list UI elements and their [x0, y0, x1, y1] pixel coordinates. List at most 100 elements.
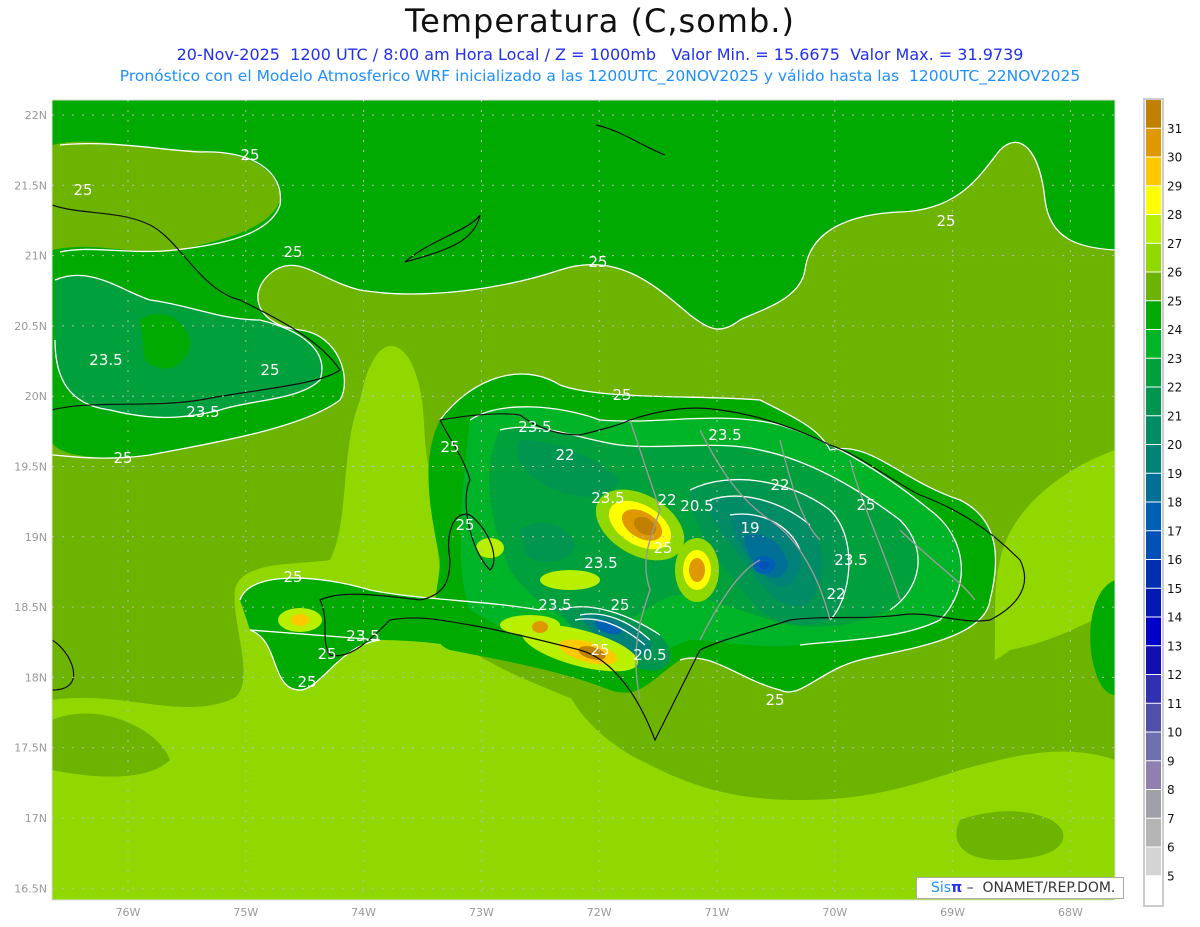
colorbar-swatch [1146, 157, 1161, 186]
colorbar-swatch [1146, 560, 1161, 588]
colorbar-label: 9 [1167, 754, 1175, 768]
contour-label: 25 [455, 516, 474, 534]
colorbar-label: 17 [1167, 524, 1182, 538]
contour-label: 22 [657, 491, 676, 509]
colorbar-label: 23 [1167, 352, 1182, 366]
credit-pi-logo: π [951, 880, 963, 896]
colorbar-label: 24 [1167, 323, 1182, 337]
lon-tick-label: 69W [940, 906, 965, 919]
colorbar-label: 18 [1167, 496, 1182, 510]
contour-label: 23.5 [518, 418, 551, 436]
colorbar-label: 20 [1167, 438, 1182, 452]
lat-tick-label: 22N [25, 109, 47, 122]
contour-label: 23.5 [591, 489, 624, 507]
lat-tick-label: 21.5N [14, 179, 47, 192]
contour-label: 22 [555, 446, 574, 464]
colorbar-label: 11 [1167, 697, 1182, 711]
colorbar-label: 28 [1167, 208, 1182, 222]
contour-label: 25 [856, 496, 875, 514]
colorbar-label: 14 [1167, 611, 1182, 625]
shade-29-hot-4 [532, 621, 548, 633]
colorbar-swatch [1146, 646, 1161, 674]
shade-30-hot-2 [689, 558, 705, 582]
contour-label: 23.5 [89, 351, 122, 369]
colorbar-label: 12 [1167, 668, 1182, 682]
lat-tick-label: 19.5N [14, 461, 47, 474]
shade-29-hot-5 [291, 614, 309, 626]
colorbar-label: 29 [1167, 179, 1182, 193]
shade-27-hot-4 [500, 615, 560, 635]
colorbar-label: 25 [1167, 294, 1182, 308]
contour-label: 23.5 [584, 554, 617, 572]
colorbar-swatch [1146, 675, 1161, 703]
colorbar-swatch [1146, 215, 1161, 243]
colorbar-swatch [1146, 617, 1161, 646]
contour-label: 25 [610, 596, 629, 614]
lon-tick-label: 72W [587, 906, 612, 919]
contour-label: 25 [260, 361, 279, 379]
colorbar-swatch [1146, 445, 1161, 473]
lon-tick-label: 71W [705, 906, 730, 919]
lon-tick-label: 75W [233, 906, 258, 919]
colorbar-label: 30 [1167, 151, 1182, 165]
map-title: Temperatura (C,somb.) [405, 2, 795, 40]
contour-label: 19 [740, 519, 759, 537]
temperature-field: 252525252523.52523.5252523.525 2223.52225… [52, 100, 1115, 900]
lon-tick-label: 76W [116, 906, 141, 919]
credit-text: – ONAMET/REP.DOM. [962, 880, 1116, 896]
contour-label: 23.5 [186, 403, 219, 421]
colorbar-swatch [1146, 588, 1161, 617]
colorbar-swatch [1146, 531, 1161, 559]
lat-tick-label: 19N [25, 531, 47, 544]
colorbar-swatch [1146, 128, 1161, 157]
lat-tick-label: 18.5N [14, 601, 47, 614]
colorbar-swatch [1146, 818, 1161, 847]
contour-label: 25 [936, 212, 955, 230]
colorbar-label: 7 [1167, 812, 1175, 826]
contour-label: 20.5 [633, 646, 666, 664]
colorbar-swatch [1146, 416, 1161, 444]
colorbar-swatch [1146, 330, 1161, 358]
contour-label: 25 [240, 146, 259, 164]
shade-16-17-central [759, 561, 769, 569]
colorbar-label: 13 [1167, 639, 1182, 653]
lat-tick-label: 16.5N [14, 882, 47, 895]
colorbar-label: 5 [1167, 869, 1175, 883]
lat-tick-label: 20.5N [14, 320, 47, 333]
model-info-subtitle: Pronóstico con el Modelo Atmosferico WRF… [119, 67, 1081, 85]
colorbar-label: 15 [1167, 582, 1182, 596]
colorbar-label: 8 [1167, 783, 1175, 797]
colorbar-swatch [1146, 703, 1161, 732]
contour-label: 25 [113, 449, 132, 467]
contour-label: 22 [770, 476, 789, 494]
lat-tick-label: 17.5N [14, 742, 47, 755]
colorbar-label: 26 [1167, 266, 1182, 280]
contour-label: 23.5 [538, 596, 571, 614]
shade-27-hot-7 [540, 570, 600, 590]
lon-tick-label: 74W [351, 906, 376, 919]
colorbar-swatch [1146, 387, 1161, 416]
credit-sis: Sis [931, 880, 952, 896]
colorbar-swatch [1146, 732, 1161, 761]
lat-tick-label: 21N [25, 250, 47, 263]
colorbar-label: 27 [1167, 237, 1182, 251]
lon-tick-label: 70W [822, 906, 847, 919]
colorbar-swatch [1146, 502, 1161, 531]
contour-label: 25 [317, 645, 336, 663]
contour-label: 25 [590, 641, 609, 659]
colorbar-swatch [1146, 761, 1161, 789]
color-scale-legend: 31 30 29 28 27 26 25 24 23 22 21 20 19 18 17 16 15 14 13 12… [1143, 98, 1182, 907]
lat-tick-label: 20N [25, 390, 47, 403]
colorbar-label: 22 [1167, 381, 1182, 395]
colorbar-swatch [1146, 473, 1161, 502]
lat-tick-label: 17N [25, 812, 47, 825]
lat-tick-label: 18N [25, 671, 47, 684]
colorbar-swatch [1146, 847, 1161, 876]
colorbar-swatch [1146, 272, 1161, 301]
contour-label: 25 [283, 243, 302, 261]
contour-label: 25 [588, 253, 607, 271]
contour-label: 20.5 [680, 497, 713, 515]
colorbar-label: 6 [1167, 841, 1175, 855]
colorbar-label: 10 [1167, 726, 1182, 740]
contour-label: 23.5 [708, 426, 741, 444]
